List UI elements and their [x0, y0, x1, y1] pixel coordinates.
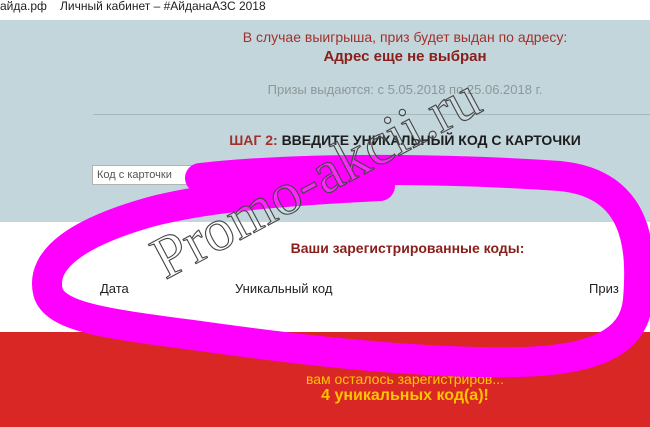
registered-codes-section: [0, 222, 650, 332]
code-entry-panel: В случае выигрыша, приз будет выдан по а…: [0, 20, 650, 222]
step-heading: ШАГ 2: ВВЕДИТЕ УНИКАЛЬНЫЙ КОД С КАРТОЧКИ: [0, 132, 650, 148]
column-header-code: Уникальный код: [235, 281, 333, 296]
prize-dates: Призы выдаются: с 5.05.2018 по 25.06.201…: [267, 82, 543, 97]
site-name: айда.рф: [0, 0, 47, 13]
column-header-prize: Приз: [589, 281, 619, 296]
page-title: Личный кабинет – #АйданаАЗС 2018: [60, 0, 266, 13]
registered-codes-title: Ваши зарегистрированные коды:: [290, 240, 525, 256]
step-text: ВВЕДИТЕ УНИКАЛЬНЫЙ КОД С КАРТОЧКИ: [281, 132, 581, 148]
prize-address-value: Адрес еще не выбран: [323, 48, 487, 65]
card-code-input[interactable]: [92, 165, 268, 185]
remaining-codes-count: 4 уникальных код(а)!: [321, 387, 489, 404]
column-header-date: Дата: [100, 281, 129, 296]
prize-address-notice: В случае выигрыша, приз будет выдан по а…: [242, 29, 568, 45]
register-code-button[interactable]: ...ОВАТЬ: [470, 166, 560, 184]
step-number: ШАГ 2:: [229, 132, 278, 148]
language-label[interactable]: ли Русский: [255, 193, 311, 205]
remaining-codes-text: вам осталось зарегистриров...: [305, 371, 505, 387]
browser-title-bar: айда.рф Личный кабинет – #АйданаАЗС 2018: [0, 0, 650, 20]
divider: [93, 114, 650, 115]
